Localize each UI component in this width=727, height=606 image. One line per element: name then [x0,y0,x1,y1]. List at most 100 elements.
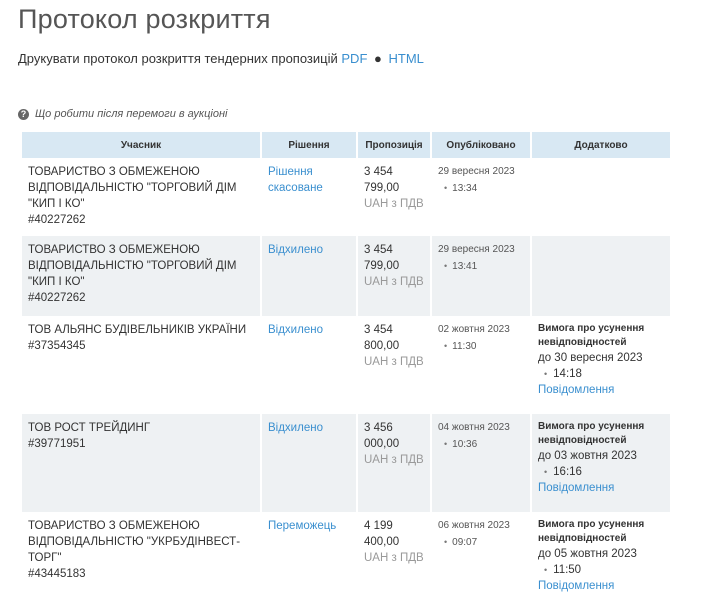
participant-cell: ТОВАРИСТВО З ОБМЕЖЕНОЮ ВІДПОВІДАЛЬНІСТЮ … [22,158,260,236]
published-date: 06 жовтня 2023 [438,520,510,531]
participant-cell: ТОВАРИСТВО З ОБМЕЖЕНОЮ ВІДПОВІДАЛЬНІСТЮ … [22,236,260,316]
participant-id: #40227262 [28,214,86,226]
requirement-time: 11:50 [553,564,582,576]
help-link-text[interactable]: Що робити після перемоги в аукціоні [35,108,227,120]
bullet-icon: • [444,341,448,351]
bids-table: Учасник Рішення Пропозиція Опубліковано … [20,132,672,602]
offer-cell: 3 454 799,00 UAH з ПДВ [358,158,430,236]
header-extra: Додатково [532,132,670,158]
notification-link[interactable]: Повідомлення [538,578,664,594]
offer-amount-part2: 799,00 [364,182,400,194]
published-date: 29 вересня 2023 [438,244,515,255]
decision-link[interactable]: Рішення скасоване [268,166,323,194]
published-time: 09:07 [452,537,478,548]
participant-name: ТОВАРИСТВО З ОБМЕЖЕНОЮ ВІДПОВІДАЛЬНІСТЮ … [28,244,237,288]
decision-link[interactable]: Відхилено [268,324,323,336]
extra-cell: Вимога про усунення невідповідностей до … [532,414,670,512]
decision-cell[interactable]: Відхилено [262,414,356,512]
offer-currency: UAH з ПДВ [364,356,424,368]
participant-name: ТОВАРИСТВО З ОБМЕЖЕНОЮ ВІДПОВІДАЛЬНІСТЮ … [28,166,237,210]
notification-link[interactable]: Повідомлення [538,480,664,496]
offer-amount-part1: 3 454 [364,244,393,256]
published-cell: 06 жовтня 2023 • 09:07 [432,512,530,602]
offer-amount-part2: 799,00 [364,260,400,272]
offer-cell: 4 199 400,00 UAH з ПДВ [358,512,430,602]
offer-cell: 3 454 799,00 UAH з ПДВ [358,236,430,316]
page-title: Протокол розкриття [18,4,271,34]
bullet-icon: • [544,565,548,575]
participant-name: ТОВ АЛЬЯНС БУДІВЕЛЬНИКІВ УКРАЇНИ [28,324,247,336]
help-link[interactable]: ? Що робити після перемоги в аукціоні [18,108,227,120]
print-protocol-line: Друкувати протокол розкриття тендерних п… [18,51,424,66]
published-date: 29 вересня 2023 [438,166,515,177]
offer-amount-part1: 3 454 [364,166,393,178]
decision-link[interactable]: Відхилено [268,422,323,434]
offer-amount-part2: 400,00 [364,536,400,548]
offer-cell: 3 454 800,00 UAH з ПДВ [358,316,430,414]
requirement-time: 16:16 [553,466,582,478]
participant-cell: ТОВАРИСТВО З ОБМЕЖЕНОЮ ВІДПОВІДАЛЬНІСТЮ … [22,512,260,602]
table-row: ТОВАРИСТВО З ОБМЕЖЕНОЮ ВІДПОВІДАЛЬНІСТЮ … [22,158,670,236]
offer-amount-part1: 4 199 [364,520,393,532]
published-date: 04 жовтня 2023 [438,422,510,433]
offer-currency: UAH з ПДВ [364,454,424,466]
participant-name: ТОВ РОСТ ТРЕЙДИНГ [28,422,151,434]
extra-cell [532,158,670,236]
bullet-icon: • [544,369,548,379]
offer-amount-part1: 3 456 [364,422,393,434]
notification-link[interactable]: Повідомлення [538,382,664,398]
requirement-time: 14:18 [553,368,582,380]
print-protocol-text: Друкувати протокол розкриття тендерних п… [18,51,338,66]
participant-id: #37354345 [28,340,86,352]
offer-currency: UAH з ПДВ [364,276,424,288]
requirement-title: Вимога про усунення невідповідностей [538,421,645,446]
requirement-deadline: до 03 жовтня 2023 [538,450,637,462]
participant-name: ТОВАРИСТВО З ОБМЕЖЕНОЮ ВІДПОВІДАЛЬНІСТЮ … [28,520,241,564]
published-cell: 29 вересня 2023 • 13:41 [432,236,530,316]
offer-amount-part1: 3 454 [364,324,393,336]
published-time: 13:34 [452,183,478,194]
published-cell: 29 вересня 2023 • 13:34 [432,158,530,236]
question-circle-icon: ? [18,108,29,120]
table-header-row: Учасник Рішення Пропозиція Опубліковано … [22,132,670,158]
bullet-icon: • [444,183,448,193]
participant-id: #39771951 [28,438,86,450]
participant-cell: ТОВ РОСТ ТРЕЙДИНГ #39771951 [22,414,260,512]
requirement-deadline: до 05 жовтня 2023 [538,548,637,560]
print-html-link[interactable]: HTML [389,51,424,66]
header-participant: Учасник [22,132,260,158]
published-cell: 04 жовтня 2023 • 10:36 [432,414,530,512]
extra-cell: Вимога про усунення невідповідностей до … [532,316,670,414]
bullet-icon: • [444,261,448,271]
decision-cell[interactable]: Рішення скасоване [262,158,356,236]
offer-currency: UAH з ПДВ [364,198,424,210]
offer-amount-part2: 800,00 [364,340,400,352]
header-offer: Пропозиція [358,132,430,158]
decision-cell[interactable]: Відхилено [262,236,356,316]
decision-cell[interactable]: Переможець [262,512,356,602]
requirement-deadline: до 30 вересня 2023 [538,352,643,364]
header-published: Опубліковано [432,132,530,158]
requirement-title: Вимога про усунення невідповідностей [538,323,645,348]
header-decision: Рішення [262,132,356,158]
table-row: ТОВАРИСТВО З ОБМЕЖЕНОЮ ВІДПОВІДАЛЬНІСТЮ … [22,236,670,316]
participant-id: #43445183 [28,568,86,580]
bullet-icon: • [444,439,448,449]
participant-id: #40227262 [28,292,86,304]
print-separator: ● [374,51,382,66]
published-cell: 02 жовтня 2023 • 11:30 [432,316,530,414]
table-row: ТОВАРИСТВО З ОБМЕЖЕНОЮ ВІДПОВІДАЛЬНІСТЮ … [22,512,670,602]
offer-amount-part2: 000,00 [364,438,400,450]
extra-cell [532,236,670,316]
print-pdf-link[interactable]: PDF [341,51,367,66]
offer-currency: UAH з ПДВ [364,552,424,564]
decision-link[interactable]: Відхилено [268,244,323,256]
published-time: 13:41 [452,261,478,272]
table-row: ТОВ РОСТ ТРЕЙДИНГ #39771951 Відхилено 3 … [22,414,670,512]
published-time: 11:30 [452,341,477,352]
published-time: 10:36 [452,439,478,450]
offer-cell: 3 456 000,00 UAH з ПДВ [358,414,430,512]
bullet-icon: • [444,537,448,547]
decision-link[interactable]: Переможець [268,520,336,532]
decision-cell[interactable]: Відхилено [262,316,356,414]
